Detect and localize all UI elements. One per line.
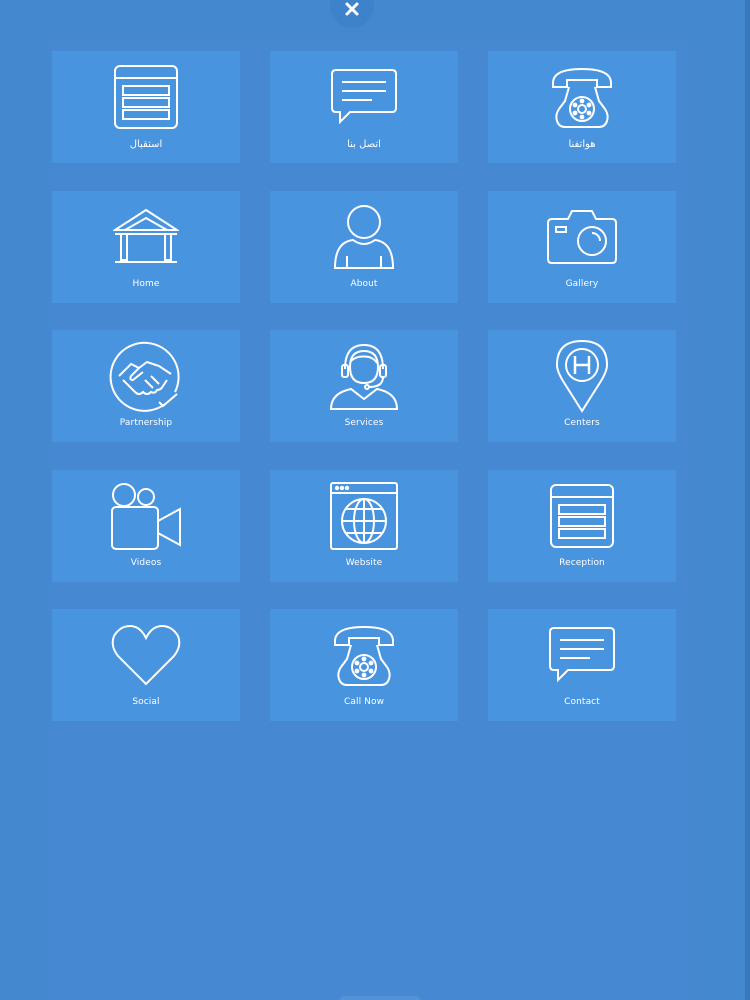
tile-label: Gallery xyxy=(565,279,599,289)
tile-call-now[interactable]: Call Now xyxy=(270,609,458,721)
tile-label: Contact xyxy=(564,697,600,707)
handshake-icon xyxy=(109,341,180,412)
tile-label: About xyxy=(350,279,378,289)
tile-social[interactable]: Social xyxy=(52,609,240,721)
person-icon xyxy=(333,205,395,269)
tile-label: Videos xyxy=(130,558,162,568)
tile-services[interactable]: Services xyxy=(270,330,458,442)
telephone-icon xyxy=(552,67,612,128)
reception-icon xyxy=(550,484,614,548)
tile-contact[interactable]: Contact xyxy=(488,609,676,721)
chat-bubble-icon xyxy=(331,69,397,125)
heart-icon xyxy=(111,624,181,686)
tile-partnership[interactable]: Partnership xyxy=(52,330,240,442)
close-icon xyxy=(345,2,359,16)
close-button[interactable] xyxy=(330,0,374,28)
telephone-icon xyxy=(334,625,394,686)
tile-label: Social xyxy=(132,697,160,707)
bottom-handle xyxy=(340,996,420,1000)
tile-videos[interactable]: Videos xyxy=(52,470,240,582)
tile-label: Home xyxy=(132,279,160,289)
scrollbar-edge xyxy=(745,0,750,1000)
tile-label: Partnership xyxy=(119,418,173,428)
camera-icon xyxy=(547,210,617,264)
chat-bubble-icon xyxy=(549,627,615,683)
tile-label: Centers xyxy=(564,418,600,428)
tile-label: اتصل بنا xyxy=(347,139,381,150)
video-camera-icon xyxy=(111,483,181,550)
headset-agent-icon xyxy=(329,343,399,410)
tile-home[interactable]: Home xyxy=(52,191,240,303)
tile-label: Call Now xyxy=(343,697,385,707)
tile-reception-ar[interactable]: استقبال xyxy=(52,51,240,163)
tile-label: Reception xyxy=(559,558,605,568)
tile-contact-ar[interactable]: اتصل بنا xyxy=(270,51,458,163)
tile-phones-ar[interactable]: هواتفنا xyxy=(488,51,676,163)
tile-label: استقبال xyxy=(129,139,163,150)
tile-gallery[interactable]: Gallery xyxy=(488,191,676,303)
tile-website[interactable]: Website xyxy=(270,470,458,582)
tile-label: Website xyxy=(345,558,383,568)
tile-label: Services xyxy=(344,418,384,428)
tile-label: هواتفنا xyxy=(568,139,596,150)
house-icon xyxy=(113,208,179,263)
reception-icon xyxy=(114,65,178,129)
tile-about[interactable]: About xyxy=(270,191,458,303)
menu-grid: استقبال اتصل بنا هواتفنا Home About Gall… xyxy=(50,40,690,1000)
tile-reception[interactable]: Reception xyxy=(488,470,676,582)
tile-centers[interactable]: Centers xyxy=(488,330,676,442)
map-pin-h-icon xyxy=(555,339,609,413)
globe-browser-icon xyxy=(330,482,398,550)
